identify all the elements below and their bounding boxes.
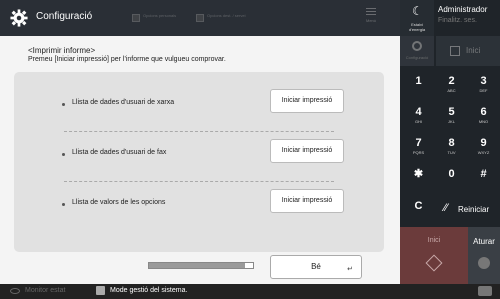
gear-icon — [10, 9, 28, 27]
user-name: Administrador — [438, 5, 488, 14]
eye-icon — [10, 287, 20, 294]
system-mode-status: Mode gestió del sistema. — [96, 286, 187, 295]
destination-icon — [196, 14, 204, 22]
key-0[interactable]: 0 — [435, 163, 468, 192]
reset-icon: ⁄⁄ — [444, 202, 448, 214]
key-2[interactable]: 2 ABC — [435, 70, 468, 99]
list-item: Llista de dades d'usuari de xarxa Inicia… — [14, 82, 384, 132]
control-panel: ☾ Estalvi d'energia Administrador Finali… — [400, 0, 500, 284]
menu-icon — [366, 8, 376, 15]
list-item: Llista de dades d'usuari de fax Iniciar … — [14, 132, 384, 182]
start-print-button[interactable]: Iniciar impressió — [270, 89, 344, 113]
report-list: Llista de dades d'usuari de xarxa Inicia… — [14, 72, 384, 252]
counter-icon[interactable] — [478, 286, 492, 296]
main-panel: <Imprimir informe> Premeu [Iniciar impre… — [0, 36, 400, 284]
key-3[interactable]: 3 DEF — [467, 70, 500, 99]
logout-button[interactable]: Finalitz. ses. — [438, 17, 477, 24]
bullet-icon — [62, 153, 65, 156]
enter-icon: ↵ — [347, 266, 353, 273]
key-1[interactable]: 1 — [402, 70, 435, 99]
destination-settings-button[interactable]: Opcions dest. / servei — [196, 13, 245, 22]
section-heading: <Imprimir informe> — [28, 46, 96, 55]
report-label: Llista de dades d'usuari de fax — [72, 149, 167, 156]
list-item: Llista de valors de les opcions Iniciar … — [14, 182, 384, 232]
key-clear[interactable]: C — [402, 195, 435, 224]
status-monitor-button[interactable]: Monitor estat — [10, 287, 65, 294]
gear-icon — [412, 41, 422, 51]
start-print-button[interactable]: Iniciar impressió — [270, 189, 344, 213]
key-hash[interactable]: # — [467, 163, 500, 192]
key-5[interactable]: 5 JKL — [435, 101, 468, 130]
key-6[interactable]: 6 MNO — [467, 101, 500, 130]
key-7[interactable]: 7 PQRS — [402, 132, 435, 161]
bullet-icon — [62, 103, 65, 106]
scroll-indicator-fill — [149, 263, 245, 268]
energy-saver-button[interactable]: ☾ Estalvi d'energia — [400, 0, 434, 36]
start-icon — [425, 254, 443, 272]
page-title: Configuració — [36, 11, 93, 22]
top-bar: Configuració Opcions personals Opcions d… — [0, 0, 400, 36]
stop-button[interactable]: Aturar — [468, 227, 500, 284]
status-bar: Monitor estat Mode gestió del sistema. — [0, 284, 500, 299]
moon-icon: ☾ — [412, 4, 423, 18]
stop-icon — [478, 257, 490, 269]
home-icon — [450, 46, 460, 56]
settings-button[interactable]: Configuració — [400, 36, 434, 66]
home-button[interactable]: Inici — [436, 36, 500, 66]
instruction-text: Premeu [Iniciar impressió] per l'informe… — [28, 56, 226, 63]
person-icon — [132, 14, 140, 22]
menu-button[interactable]: Menú — [360, 8, 382, 23]
scroll-indicator[interactable] — [148, 262, 254, 269]
bullet-icon — [62, 203, 65, 206]
personal-settings-button[interactable]: Opcions personals — [132, 13, 176, 22]
key-8[interactable]: 8 TUV — [435, 132, 468, 161]
key-9[interactable]: 9 WXYZ — [467, 132, 500, 161]
report-label: Llista de dades d'usuari de xarxa — [72, 99, 175, 106]
reset-button[interactable]: ⁄⁄ Reiniciar — [436, 194, 500, 224]
info-icon — [96, 286, 105, 295]
start-button[interactable]: Inici — [400, 227, 468, 284]
ok-button[interactable]: Bé ↵ — [270, 255, 362, 279]
report-label: Llista de valors de les opcions — [72, 199, 166, 206]
key-4[interactable]: 4 GHI — [402, 101, 435, 130]
start-print-button[interactable]: Iniciar impressió — [270, 139, 344, 163]
key-star[interactable]: ✱ — [402, 163, 435, 192]
